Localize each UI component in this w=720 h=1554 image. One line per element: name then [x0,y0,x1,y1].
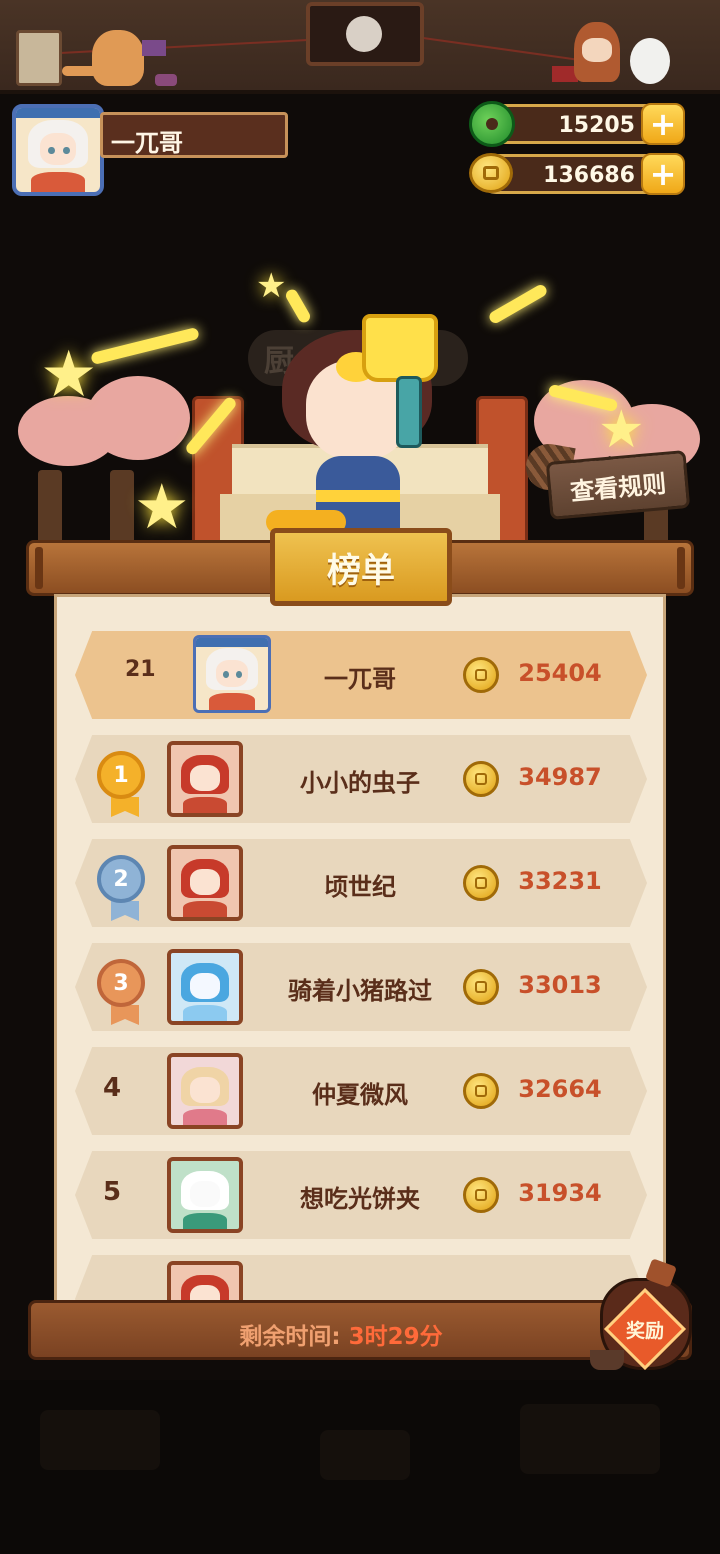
shadow-decor [320,1430,410,1480]
rank-5-avatar[interactable] [167,1157,243,1233]
bowl-decor [155,74,177,86]
time-remaining-text: 剩余时间: 3时29分 [31,1317,651,1351]
add-jade-button[interactable]: + [641,103,685,145]
center-portrait-frame [306,2,424,66]
jade-value: 15205 [558,113,635,138]
top-decor-strip [0,0,720,94]
rank-2-name: 顷世纪 [324,873,396,901]
coin-counter: 136686 + [469,153,685,195]
rank-1-name: 小小的虫子 [300,769,420,797]
add-coins-button[interactable]: + [641,153,685,195]
rank-2-avatar[interactable] [167,845,243,921]
dark-ground [0,1380,720,1554]
rank-row-1: 1 小小的虫子 34987 [75,735,647,823]
time-remaining-label: 剩余时间: [239,1324,349,1350]
golden-shovel-icon [362,314,438,382]
coin-icon [463,1177,499,1213]
star-icon: ★ [134,470,190,543]
jade-counter: 15205 + [469,101,685,147]
my-rank: 21 [125,657,156,682]
light-streak [283,287,313,325]
shadow-decor [520,1404,660,1474]
white-cat-icon [630,38,670,84]
view-rules-button[interactable]: 查看规则 [545,450,691,520]
coin-icon [469,153,513,193]
gold-medal-icon: 1 [97,751,145,799]
paw-frame-icon [16,30,62,86]
coin-icon [463,969,499,1005]
light-streak [90,326,200,366]
coin-icon [463,761,499,797]
my-name: 一兀哥 [324,665,396,693]
rank-3-score: 33013 [518,971,602,999]
rank-1-avatar[interactable] [167,741,243,817]
fence-post [110,470,134,550]
rank-5-score: 31934 [518,1179,602,1207]
star-icon: ★ [40,338,98,412]
fence-post [38,470,62,550]
rope-decor [415,36,575,61]
rank-2-score: 33231 [518,867,602,895]
player-avatar[interactable] [12,104,104,196]
flag-decor [142,40,166,56]
rank-row-2: 2 顷世纪 33231 [75,839,647,927]
leaderboard-panel: 21 一兀哥 25404 1 小小的虫子 34987 2 顷世纪 33231 3… [54,594,666,1314]
board-title: 榜单 [270,528,452,606]
rank-4-score: 32664 [518,1075,602,1103]
light-streak [487,282,549,326]
reward-label[interactable]: 奖励 [612,1316,678,1343]
jade-icon [469,101,515,147]
player-name-plate: 一兀哥 [100,112,288,158]
chef-character-icon [574,22,620,82]
coin-value: 136686 [543,163,635,188]
orange-cat-icon [62,30,144,86]
rank-1-score: 34987 [518,763,602,791]
coin-icon [463,1073,499,1109]
rank-3-name: 骑着小猪路过 [288,977,432,1005]
silver-medal-icon: 2 [97,855,145,903]
blossom-tree-left [86,376,190,460]
player-name: 一兀哥 [111,129,183,157]
rank-row-3: 3 骑着小猪路过 33013 [75,943,647,1031]
rank-4-number: 4 [103,1073,122,1103]
raccoon-icon [346,16,382,52]
coin-icon [463,657,499,693]
my-rank-row: 21 一兀哥 25404 [75,631,647,719]
star-icon: ★ [598,400,645,460]
coin-icon [463,865,499,901]
bronze-medal-icon: 3 [97,959,145,1007]
rank-row-5: 5 想吃光饼夹 31934 [75,1151,647,1239]
shadow-decor [40,1410,160,1470]
my-score: 25404 [518,659,602,687]
rank-5-number: 5 [103,1177,122,1207]
rank-4-avatar[interactable] [167,1053,243,1129]
rank-5-name: 想吃光饼夹 [300,1185,420,1213]
star-icon: ★ [256,266,287,306]
shovel-handle [396,376,422,448]
time-remaining-value: 3时29分 [348,1324,443,1350]
cup-decor [590,1350,624,1370]
rank-3-avatar[interactable] [167,949,243,1025]
rank-4-name: 仲夏微风 [312,1081,408,1109]
rank-row-4: 4 仲夏微风 32664 [75,1047,647,1135]
